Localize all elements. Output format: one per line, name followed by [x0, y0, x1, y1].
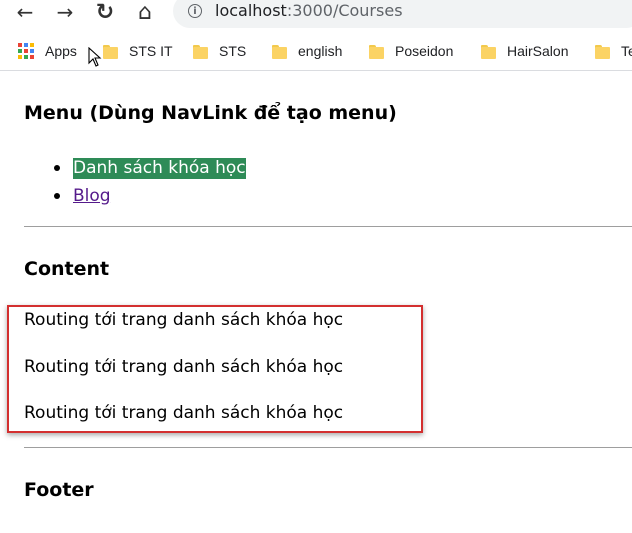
folder-icon [595, 45, 610, 59]
forward-button[interactable]: → [51, 0, 79, 24]
folder-icon [103, 45, 118, 59]
folder-icon [272, 45, 287, 59]
back-arrow-icon: ← [16, 0, 34, 24]
browser-toolbar: ← → ↻ ⌂ i localhost:3000/Courses [0, 0, 632, 31]
bookmark-sts-it[interactable]: STS IT [103, 41, 173, 61]
forward-arrow-icon: → [56, 0, 74, 24]
address-bar[interactable]: i localhost:3000/Courses [173, 0, 632, 28]
routing-text: Routing tới trang danh sách khóa học [24, 310, 344, 330]
url-path: :3000/Courses [286, 1, 403, 20]
bookmark-hairsalon[interactable]: HairSalon [481, 41, 568, 61]
divider [24, 447, 632, 448]
bookmark-label: HairSalon [507, 43, 569, 59]
mouse-cursor-icon [88, 47, 102, 67]
bookmark-label: Apps [45, 43, 77, 59]
reload-icon: ↻ [95, 0, 115, 25]
routing-text: Routing tới trang danh sách khóa học [24, 357, 344, 377]
nav-link-courses[interactable]: Danh sách khóa học [73, 158, 246, 179]
nav-menu: Danh sách khóa học Blog [24, 154, 246, 210]
divider [24, 226, 632, 227]
info-glyph: i [193, 5, 197, 17]
apps-grid-icon [18, 43, 34, 59]
reload-button[interactable]: ↻ [91, 0, 119, 25]
site-info-icon[interactable]: i [188, 4, 202, 18]
bookmark-english[interactable]: english [272, 41, 342, 61]
home-icon: ⌂ [138, 0, 152, 25]
bookmark-label: Te [621, 43, 632, 59]
bookmark-label: english [298, 43, 343, 59]
content-heading: Content [24, 258, 110, 280]
bookmark-te[interactable]: Te [595, 41, 632, 61]
bookmark-sts[interactable]: STS [193, 41, 246, 61]
home-button[interactable]: ⌂ [131, 0, 159, 25]
bookmark-label: STS IT [129, 43, 173, 59]
nav-item-blog: Blog [24, 182, 246, 210]
bookmark-label: STS [219, 43, 247, 59]
bookmark-poseidon[interactable]: Poseidon [369, 41, 453, 61]
folder-icon [481, 45, 496, 59]
routing-text: Routing tới trang danh sách khóa học [24, 403, 344, 423]
footer-heading: Footer [24, 479, 94, 501]
bookmark-label: Poseidon [395, 43, 454, 59]
back-button[interactable]: ← [11, 0, 39, 24]
url-text[interactable]: localhost:3000/Courses [215, 1, 403, 20]
nav-link-blog[interactable]: Blog [73, 186, 111, 206]
bookmark-apps[interactable]: Apps [18, 41, 77, 61]
url-host: localhost [215, 1, 287, 20]
folder-icon [369, 45, 384, 59]
folder-icon [193, 45, 208, 59]
nav-item-courses: Danh sách khóa học [24, 154, 246, 182]
page-content: Menu (Dùng NavLink để tạo menu) Danh sác… [0, 71, 632, 533]
menu-heading: Menu (Dùng NavLink để tạo menu) [24, 102, 397, 124]
